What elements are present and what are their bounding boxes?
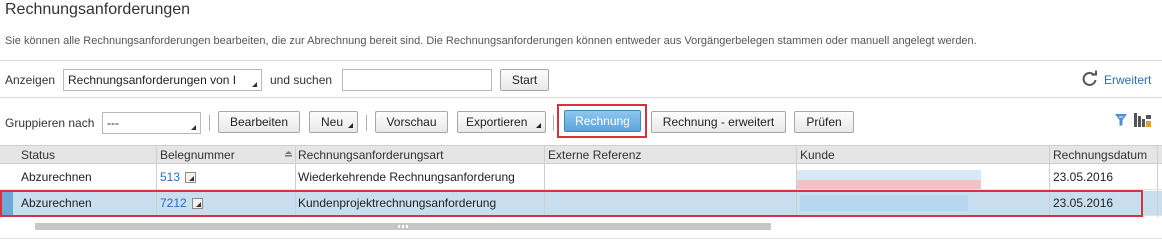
dropdown-arrow-icon [252,82,257,87]
column-header-number[interactable]: Belegnummer [160,148,235,162]
sort-asc-icon [285,151,292,157]
page-description: Sie können alle Rechnungsanforderungen b… [5,35,977,47]
group-by-value: --- [107,116,119,130]
dropdown-arrow-icon [536,123,541,128]
show-label: Anzeigen [5,73,56,87]
column-header-type[interactable]: Rechnungsanforderungsart [298,148,443,162]
export-button[interactable]: Exportieren [457,111,546,133]
search-input[interactable] [342,69,492,91]
column-divider [1157,145,1158,217]
horizontal-scrollbar[interactable] [35,223,771,230]
open-details-icon[interactable] [185,172,197,183]
toolbar-separator [209,115,210,131]
export-button-label: Exportieren [466,115,528,129]
table-header: Status Belegnummer Rechnungsanforderungs… [0,145,1162,164]
preview-button[interactable]: Vorschau [375,111,448,133]
show-select[interactable]: Rechnungsanforderungen von I [63,69,262,91]
check-button[interactable]: Prüfen [794,111,854,133]
divider [0,97,1162,98]
toolbar-separator [553,115,554,131]
filter-icon[interactable] [1114,113,1128,127]
dropdown-arrow-icon [191,125,196,130]
page-title: Rechnungsanforderungen [5,1,191,18]
column-header-external-ref[interactable]: Externe Referenz [548,148,641,162]
refresh-icon[interactable] [1081,70,1098,87]
highlight-box [0,190,1143,217]
invoice-button[interactable]: Rechnung [564,110,641,132]
redacted-customer [797,170,981,180]
advanced-search-link[interactable]: Erweitert [1104,73,1151,87]
divider [0,60,1162,61]
start-button[interactable]: Start [500,69,549,91]
cell-date: 23.05.2016 [1053,170,1114,184]
invoice-advanced-button[interactable]: Rechnung - erweitert [651,111,786,133]
cell-type: Wiederkehrende Rechnungsanforderung [298,170,515,184]
cell-status: Abzurechnen [21,170,92,184]
table-settings-icon[interactable] [1134,112,1152,128]
table-row[interactable]: Abzurechnen 513 Wiederkehrende Rechnungs… [0,165,1162,190]
group-by-select[interactable]: --- [102,112,201,134]
new-button[interactable]: Neu [309,111,358,133]
column-header-date[interactable]: Rechnungsdatum [1053,148,1147,162]
column-header-customer[interactable]: Kunde [800,148,835,162]
edit-button[interactable]: Bearbeiten [218,111,300,133]
document-number-link[interactable]: 513 [160,170,180,184]
group-by-label: Gruppieren nach [5,116,95,130]
column-header-status[interactable]: Status [21,148,55,162]
divider [0,238,1162,239]
scrollbar-grip[interactable] [398,225,408,228]
new-button-label: Neu [321,115,344,129]
show-select-value: Rechnungsanforderungen von I [68,73,237,87]
toolbar-separator [366,115,367,131]
redacted-customer [797,180,981,189]
and-search-label: und suchen [270,73,333,87]
dropdown-arrow-icon [348,123,353,128]
cell-number[interactable]: 513 [160,170,197,184]
